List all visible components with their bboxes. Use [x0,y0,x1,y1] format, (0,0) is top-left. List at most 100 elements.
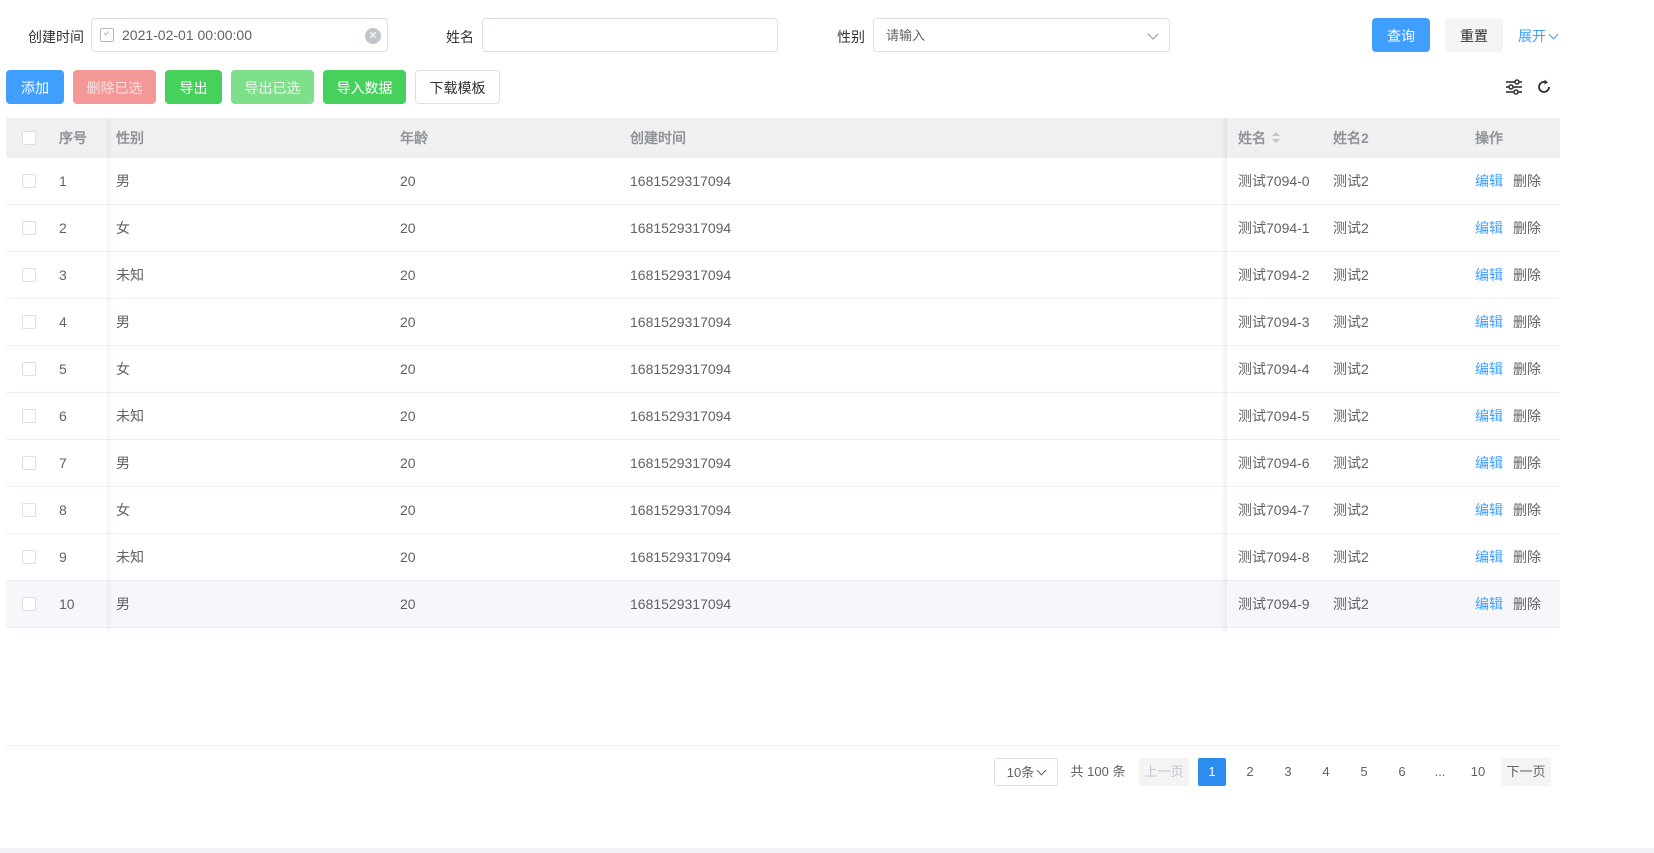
edit-link[interactable]: 编辑 [1475,453,1503,473]
sliders-icon[interactable] [1505,79,1523,95]
table-row[interactable]: 9 未知 20 1681529317094 测试7094-8 测试2 编辑 删除 [6,534,1560,581]
delete-link[interactable]: 删除 [1513,406,1541,426]
cell-created-time: 1681529317094 [630,596,732,612]
page-number-1[interactable]: 1 [1198,758,1226,786]
row-checkbox[interactable] [22,503,36,517]
total-count: 共 100 条 [1070,764,1126,779]
row-checkbox[interactable] [22,268,36,282]
cell-age: 20 [400,314,416,330]
cell-actions: 编辑 删除 [1475,205,1541,251]
row-checkbox[interactable] [22,409,36,423]
query-button[interactable]: 查询 [1372,18,1430,52]
clear-icon[interactable]: ✕ [365,28,381,44]
row-checkbox[interactable] [22,362,36,376]
delete-link[interactable]: 删除 [1513,500,1541,520]
page-number-3[interactable]: 3 [1274,758,1302,786]
export-button[interactable]: 导出 [165,70,222,104]
cell-name: 测试7094-1 [1238,220,1310,236]
created-time-input[interactable] [120,26,364,44]
row-checkbox[interactable] [22,597,36,611]
cell-name: 测试7094-9 [1238,596,1310,612]
delete-selected-button[interactable]: 删除已选 [73,70,156,104]
edit-link[interactable]: 编辑 [1475,547,1503,567]
cell-gender: 未知 [116,267,144,283]
header-actions: 操作 [1475,130,1503,146]
prev-page-button[interactable]: 上一页 [1139,758,1189,786]
gender-select-input[interactable] [884,26,1168,44]
created-time-picker[interactable]: ✕ [91,18,388,52]
delete-link[interactable]: 删除 [1513,312,1541,332]
table-row[interactable]: 5 女 20 1681529317094 测试7094-4 测试2 编辑 删除 [6,346,1560,393]
page-number-6[interactable]: 6 [1388,758,1416,786]
cell-name: 测试7094-4 [1238,361,1310,377]
reset-button[interactable]: 重置 [1445,18,1503,52]
table-header: 序号 性别 年龄 创建时间 姓名 姓名2 操作 [6,118,1560,158]
header-age: 年龄 [400,130,428,146]
refresh-icon[interactable] [1536,79,1552,95]
cell-created-time: 1681529317094 [630,361,732,377]
delete-link[interactable]: 删除 [1513,171,1541,191]
cell-index: 4 [59,314,67,330]
delete-link[interactable]: 删除 [1513,547,1541,567]
name-field[interactable] [482,18,778,52]
cell-name: 测试7094-7 [1238,502,1310,518]
cell-age: 20 [400,455,416,471]
delete-link[interactable]: 删除 [1513,359,1541,379]
table-row[interactable]: 6 未知 20 1681529317094 测试7094-5 测试2 编辑 删除 [6,393,1560,440]
header-name[interactable]: 姓名 [1238,118,1280,158]
row-checkbox[interactable] [22,221,36,235]
row-checkbox[interactable] [22,315,36,329]
table-row[interactable]: 3 未知 20 1681529317094 测试7094-2 测试2 编辑 删除 [6,252,1560,299]
page-size-select[interactable]: 10条 [994,758,1058,786]
table-row[interactable]: 4 男 20 1681529317094 测试7094-3 测试2 编辑 删除 [6,299,1560,346]
cell-name2: 测试2 [1333,408,1369,424]
edit-link[interactable]: 编辑 [1475,265,1503,285]
table-row[interactable]: 7 男 20 1681529317094 测试7094-6 测试2 编辑 删除 [6,440,1560,487]
cell-created-time: 1681529317094 [630,549,732,565]
table-row[interactable]: 1 男 20 1681529317094 测试7094-0 测试2 编辑 删除 [6,158,1560,205]
import-data-button[interactable]: 导入数据 [323,70,406,104]
edit-link[interactable]: 编辑 [1475,500,1503,520]
next-page-button[interactable]: 下一页 [1501,758,1551,786]
cell-index: 10 [59,596,75,612]
edit-link[interactable]: 编辑 [1475,359,1503,379]
edit-link[interactable]: 编辑 [1475,594,1503,614]
edit-link[interactable]: 编辑 [1475,171,1503,191]
cell-name2: 测试2 [1333,455,1369,471]
delete-link[interactable]: 删除 [1513,594,1541,614]
delete-link[interactable]: 删除 [1513,453,1541,473]
delete-link[interactable]: 删除 [1513,218,1541,238]
page-number-4[interactable]: 4 [1312,758,1340,786]
edit-link[interactable]: 编辑 [1475,406,1503,426]
row-checkbox[interactable] [22,174,36,188]
cell-gender: 未知 [116,408,144,424]
cell-gender: 女 [116,502,130,518]
table-body: 1 男 20 1681529317094 测试7094-0 测试2 编辑 删除 2 女 20 1681… [6,158,1560,628]
gender-select[interactable] [873,18,1170,52]
table-row[interactable]: 10 男 20 1681529317094 测试7094-9 测试2 编辑 删除 [6,581,1560,628]
export-selected-button[interactable]: 导出已选 [231,70,314,104]
table-row[interactable]: 2 女 20 1681529317094 测试7094-1 测试2 编辑 删除 [6,205,1560,252]
gender-label: 性别 [837,29,865,45]
cell-actions: 编辑 删除 [1475,581,1541,627]
delete-link[interactable]: 删除 [1513,265,1541,285]
edit-link[interactable]: 编辑 [1475,312,1503,332]
cell-age: 20 [400,267,416,283]
download-template-button[interactable]: 下载模板 [415,70,500,104]
cell-gender: 男 [116,455,130,471]
expand-toggle[interactable]: 展开 [1518,26,1559,46]
table-row[interactable]: 8 女 20 1681529317094 测试7094-7 测试2 编辑 删除 [6,487,1560,534]
edit-link[interactable]: 编辑 [1475,218,1503,238]
row-checkbox[interactable] [22,456,36,470]
row-checkbox[interactable] [22,550,36,564]
action-toolbar: 添加 删除已选 导出 导出已选 导入数据 下载模板 [0,70,1654,104]
select-all-checkbox[interactable] [22,131,36,145]
name-input[interactable] [493,26,777,44]
page-number-5[interactable]: 5 [1350,758,1378,786]
page-number-10[interactable]: 10 [1464,758,1492,786]
sort-icon[interactable] [1272,132,1280,144]
page-number-2[interactable]: 2 [1236,758,1264,786]
cell-index: 1 [59,173,67,189]
cell-index: 2 [59,220,67,236]
add-button[interactable]: 添加 [6,70,64,104]
